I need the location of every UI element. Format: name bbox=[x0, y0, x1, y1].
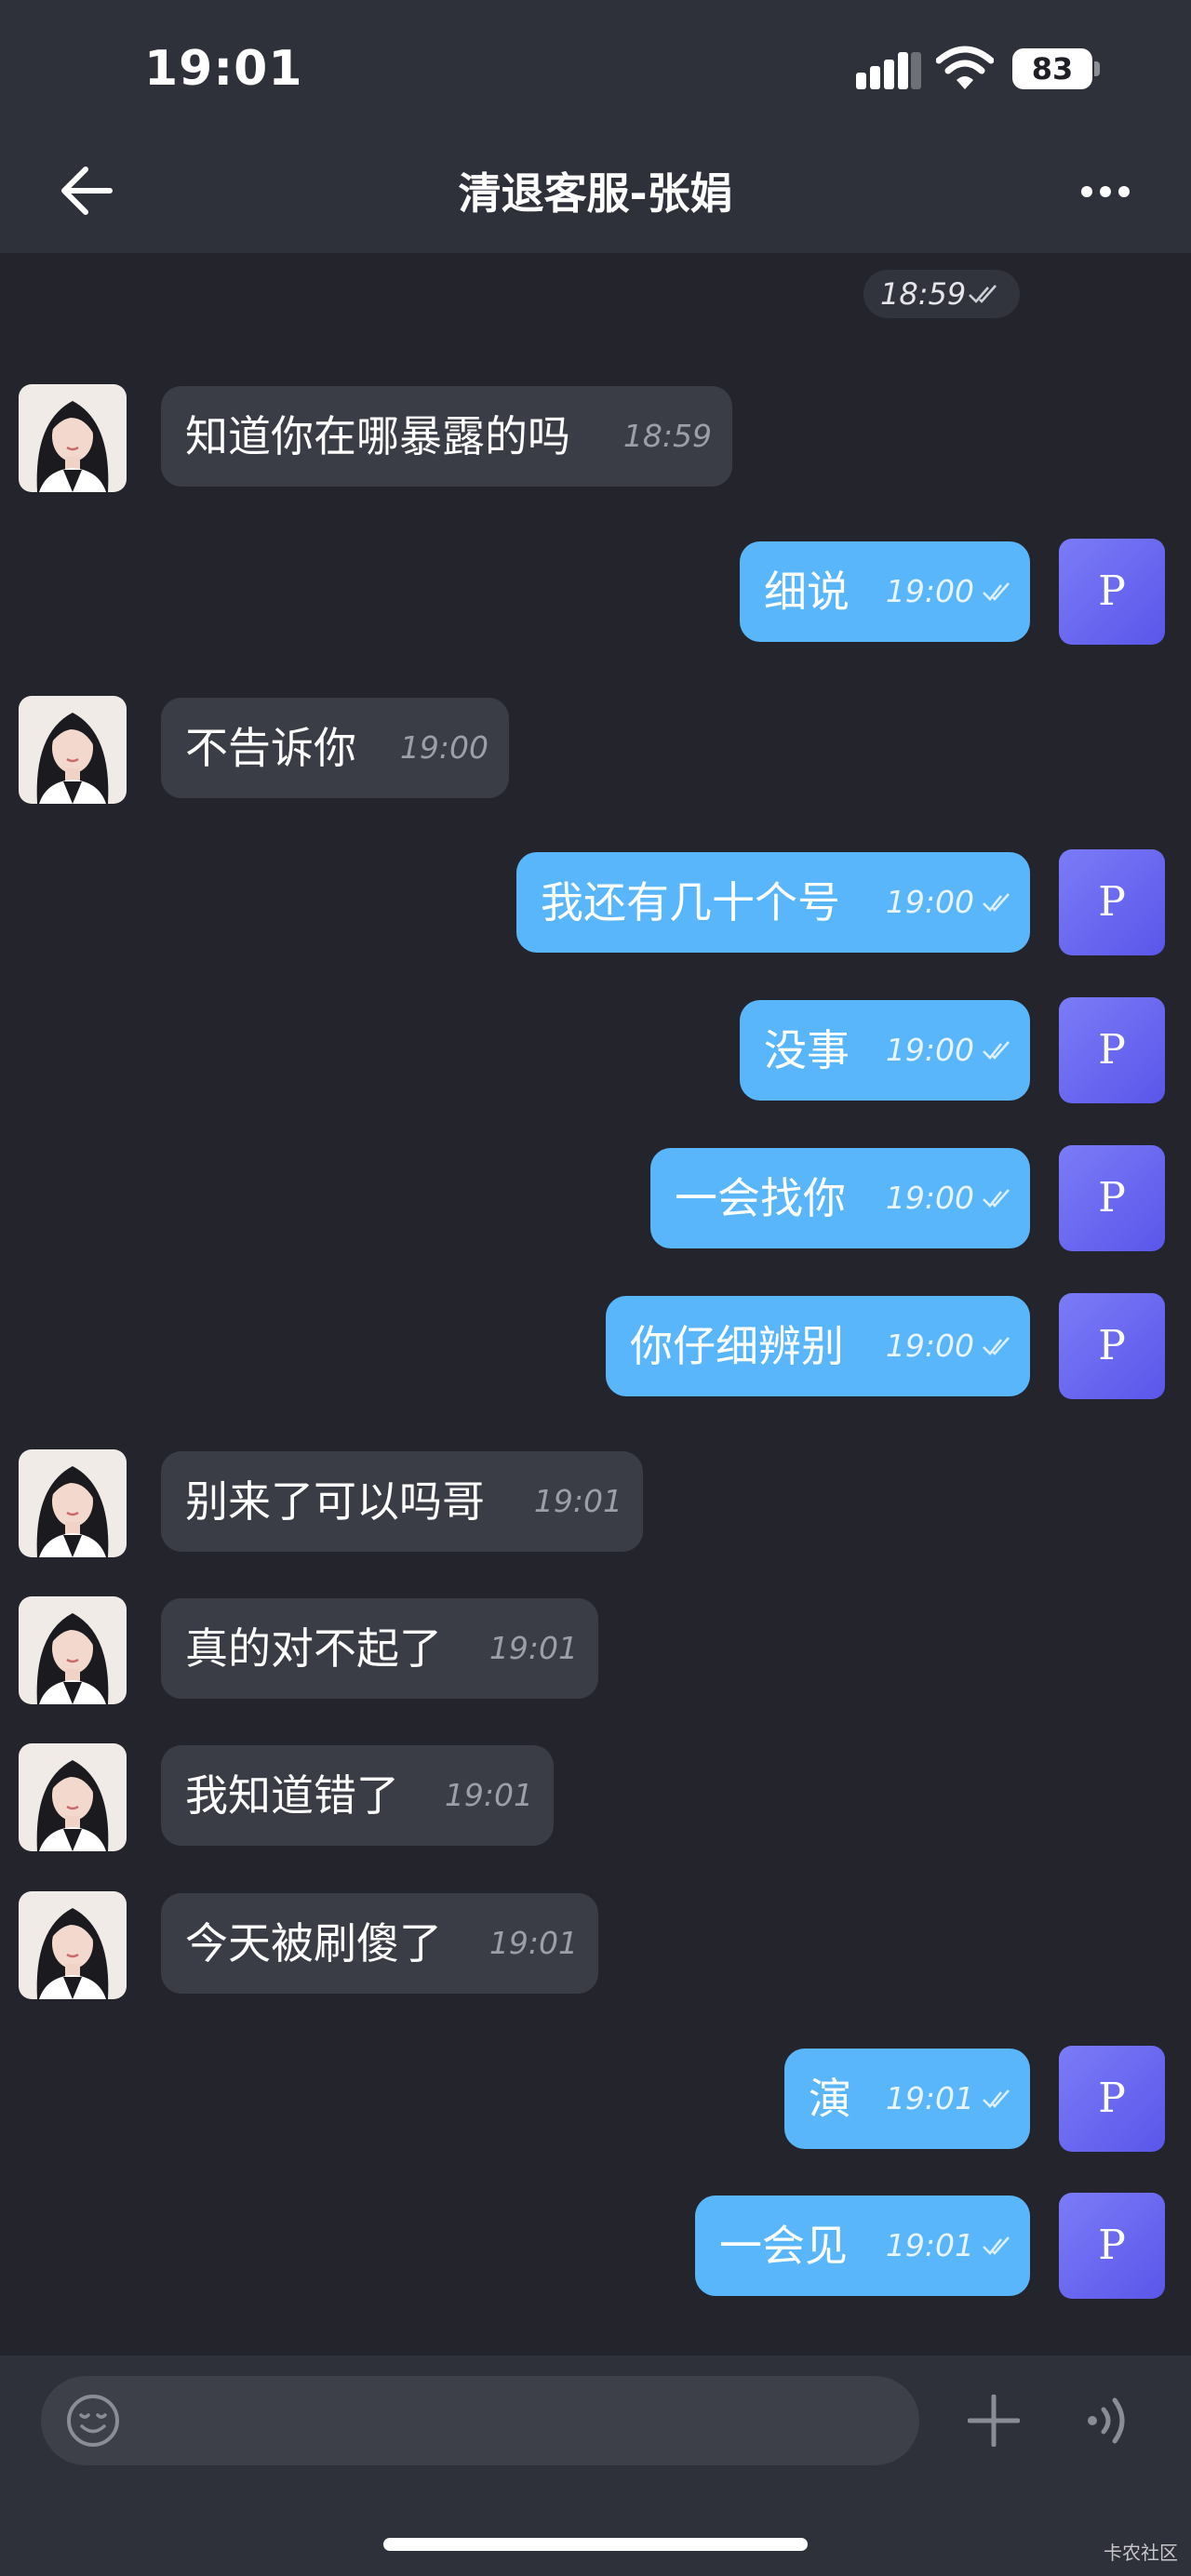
contact-avatar[interactable] bbox=[19, 1596, 127, 1704]
my-avatar[interactable]: P bbox=[1059, 997, 1165, 1103]
message-time: 19:01 bbox=[885, 2227, 974, 2263]
message-time: 18:59 bbox=[622, 418, 712, 454]
message-time: 19:01 bbox=[444, 1777, 533, 1813]
my-avatar[interactable]: P bbox=[1059, 2046, 1165, 2152]
my-avatar[interactable]: P bbox=[1059, 1145, 1165, 1251]
message-time: 19:00 bbox=[885, 573, 974, 609]
message-text: 不告诉你 bbox=[185, 723, 356, 773]
message-input[interactable] bbox=[41, 2376, 919, 2465]
outgoing-message-bubble[interactable]: 你仔细辨别 19:00 bbox=[606, 1296, 1030, 1396]
message-text: 一会找你 bbox=[675, 1173, 846, 1223]
watermark: 卡农社区 bbox=[1104, 2542, 1178, 2564]
emoji-icon[interactable] bbox=[65, 2393, 121, 2449]
cellular-signal-icon bbox=[856, 52, 921, 89]
status-time: 19:01 bbox=[144, 41, 303, 97]
message-text: 一会见 bbox=[719, 2221, 848, 2271]
input-bar bbox=[0, 2356, 1191, 2576]
outgoing-message-bubble[interactable]: 演 19:01 bbox=[784, 2049, 1030, 2149]
message-text: 我知道错了 bbox=[185, 1770, 399, 1821]
contact-avatar[interactable] bbox=[19, 1891, 127, 1999]
incoming-message-bubble[interactable]: 知道你在哪暴露的吗 18:59 bbox=[161, 386, 732, 487]
battery-cap bbox=[1094, 61, 1100, 76]
message-time: 19:01 bbox=[488, 1630, 578, 1666]
message-time: 19:00 bbox=[885, 1032, 974, 1068]
my-avatar[interactable]: P bbox=[1059, 1293, 1165, 1399]
message-text: 真的对不起了 bbox=[185, 1623, 442, 1674]
incoming-message-bubble[interactable]: 真的对不起了 19:01 bbox=[161, 1598, 598, 1699]
my-avatar[interactable]: P bbox=[1059, 539, 1165, 645]
more-options-icon[interactable] bbox=[1079, 182, 1131, 201]
battery-indicator: 83 bbox=[1012, 48, 1102, 89]
read-check-icon bbox=[983, 2089, 1010, 2108]
time-separator-label: 18:59 bbox=[880, 276, 967, 312]
time-separator: 18:59 bbox=[863, 270, 1020, 318]
read-check-icon bbox=[983, 1189, 1010, 1208]
incoming-message-bubble[interactable]: 别来了可以吗哥 19:01 bbox=[161, 1451, 643, 1552]
my-avatar[interactable]: P bbox=[1059, 2193, 1165, 2299]
message-text: 我还有几十个号 bbox=[541, 877, 840, 928]
read-check-icon bbox=[983, 582, 1010, 601]
message-text: 你仔细辨别 bbox=[630, 1321, 844, 1371]
message-time: 19:00 bbox=[399, 729, 488, 766]
message-time: 19:01 bbox=[885, 2080, 974, 2116]
outgoing-message-bubble[interactable]: 一会见 19:01 bbox=[695, 2196, 1030, 2296]
message-text: 别来了可以吗哥 bbox=[185, 1476, 485, 1527]
message-time: 19:00 bbox=[885, 1328, 974, 1364]
read-check-icon bbox=[969, 285, 997, 303]
plus-icon[interactable] bbox=[968, 2395, 1020, 2447]
battery-level: 83 bbox=[1012, 48, 1092, 89]
wifi-icon bbox=[936, 46, 994, 89]
incoming-message-bubble[interactable]: 我知道错了 19:01 bbox=[161, 1745, 554, 1846]
contact-avatar[interactable] bbox=[19, 696, 127, 804]
incoming-message-bubble[interactable]: 不告诉你 19:00 bbox=[161, 698, 509, 798]
read-check-icon bbox=[983, 2236, 1010, 2255]
message-text: 知道你在哪暴露的吗 bbox=[185, 411, 570, 461]
contact-avatar[interactable] bbox=[19, 1743, 127, 1851]
home-indicator bbox=[383, 2538, 808, 2551]
message-text: 细说 bbox=[764, 567, 850, 617]
message-time: 19:01 bbox=[533, 1483, 622, 1519]
outgoing-message-bubble[interactable]: 我还有几十个号 19:00 bbox=[516, 852, 1030, 953]
message-time: 19:00 bbox=[885, 1180, 974, 1216]
read-check-icon bbox=[983, 1041, 1010, 1060]
contact-avatar[interactable] bbox=[19, 1449, 127, 1557]
read-check-icon bbox=[983, 1337, 1010, 1355]
outgoing-message-bubble[interactable]: 细说 19:00 bbox=[740, 541, 1030, 642]
incoming-message-bubble[interactable]: 今天被刷傻了 19:01 bbox=[161, 1893, 598, 1994]
message-time: 19:01 bbox=[488, 1925, 578, 1961]
message-text: 没事 bbox=[764, 1025, 850, 1075]
message-text: 今天被刷傻了 bbox=[185, 1918, 442, 1969]
outgoing-message-bubble[interactable]: 没事 19:00 bbox=[740, 1000, 1030, 1101]
contact-avatar[interactable] bbox=[19, 384, 127, 492]
message-time: 19:00 bbox=[885, 884, 974, 920]
chat-title: 清退客服-张娟 bbox=[458, 168, 733, 219]
message-text: 演 bbox=[809, 2074, 851, 2124]
outgoing-message-bubble[interactable]: 一会找你 19:00 bbox=[650, 1148, 1030, 1248]
read-check-icon bbox=[983, 893, 1010, 912]
voice-icon[interactable] bbox=[1085, 2395, 1131, 2447]
my-avatar[interactable]: P bbox=[1059, 849, 1165, 955]
top-bar: 19:01 83 清退客服-张娟 bbox=[0, 0, 1191, 253]
